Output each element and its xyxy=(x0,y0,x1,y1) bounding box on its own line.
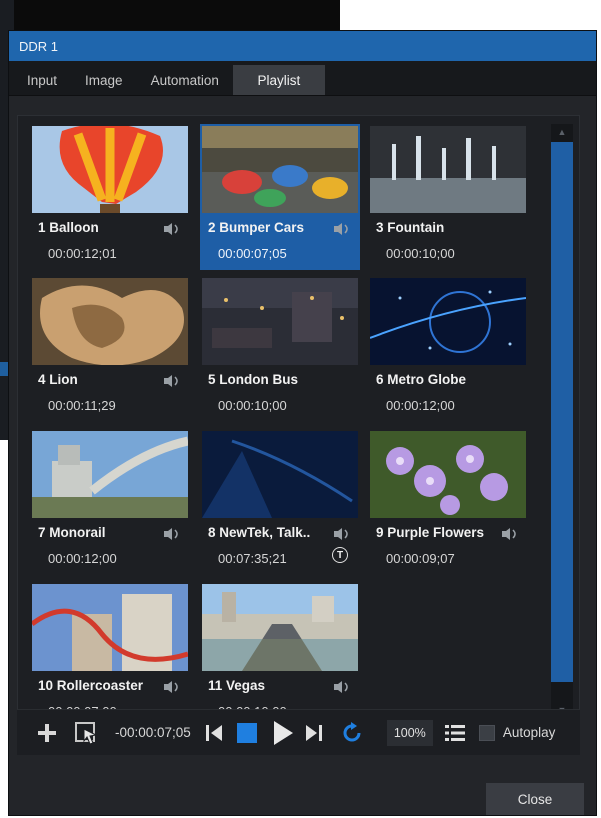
transport-bar: -00:00:07;05 100% Autoplay xyxy=(17,709,580,755)
tab-automation[interactable]: Automation xyxy=(137,65,233,95)
list-icon xyxy=(444,724,465,741)
clip-thumbnail[interactable] xyxy=(202,431,358,518)
clip-thumbnail[interactable] xyxy=(32,278,188,365)
ddr-window: DDR 1 Input Image Automation Playlist 1 … xyxy=(8,30,597,816)
stop-button[interactable] xyxy=(235,721,259,745)
clip-title: 10 Rollercoaster xyxy=(38,678,144,693)
clip-duration: 00:00:09;07 xyxy=(386,551,455,566)
tab-playlist[interactable]: Playlist xyxy=(232,65,325,95)
clip-thumbnail[interactable] xyxy=(370,278,526,365)
tab-image[interactable]: Image xyxy=(71,65,137,95)
clip-duration: 00:00:07;05 xyxy=(218,246,287,261)
close-button-label: Close xyxy=(517,791,553,807)
clip-thumbnail[interactable] xyxy=(370,431,526,518)
zoom-value: 100% xyxy=(393,725,426,740)
playlist-item[interactable]: 1 Balloon 00:00:12;01 xyxy=(30,124,190,270)
clip-thumbnail[interactable] xyxy=(32,431,188,518)
audio-icon xyxy=(162,222,182,236)
tab-image-label: Image xyxy=(85,72,123,88)
scroll-up-arrow-icon[interactable]: ▲ xyxy=(551,124,573,140)
zoom-selector[interactable]: 100% xyxy=(386,719,433,746)
playlist-panel: 1 Balloon 00:00:12;01 2 Bumper Cars 00:00:0… xyxy=(17,115,580,727)
stop-icon xyxy=(236,722,257,743)
audio-icon xyxy=(162,680,182,694)
autoplay-checkbox[interactable] xyxy=(478,724,495,741)
tab-bar: Input Image Automation Playlist xyxy=(9,61,596,96)
clip-thumbnail[interactable] xyxy=(202,278,358,365)
vertical-scrollbar[interactable]: ▲ ▼ xyxy=(551,124,573,718)
playlist-item[interactable]: 8 NewTek, Talk.. 00:07:35;21 T xyxy=(200,429,360,575)
clip-title: 4 Lion xyxy=(38,372,78,387)
playlist-item[interactable]: 11 Vegas00:00:10;00 xyxy=(200,582,360,726)
clip-duration: 00:07:35;21 xyxy=(218,551,287,566)
skip-back-icon xyxy=(205,724,222,741)
clip-duration: 00:00:11;29 xyxy=(48,398,116,413)
playlist-item[interactable]: 3 Fountain 00:00:10;00 xyxy=(368,124,528,270)
audio-icon xyxy=(500,527,520,541)
selection-cursor-icon xyxy=(75,721,98,745)
clip-duration: 00:00:10;00 xyxy=(386,246,455,261)
clip-thumbnail[interactable] xyxy=(32,126,188,213)
playlist-item[interactable]: 6 Metro Globe 00:00:12;00 xyxy=(368,276,528,422)
play-icon xyxy=(273,720,293,745)
window-title: DDR 1 xyxy=(19,38,59,54)
clip-title: 3 Fountain xyxy=(376,220,445,235)
clip-thumbnail[interactable] xyxy=(32,584,188,671)
clip-thumbnail[interactable] xyxy=(370,126,526,213)
title-bar[interactable]: DDR 1 xyxy=(9,31,596,61)
dialog-footer: Close xyxy=(9,769,596,815)
audio-icon xyxy=(332,222,352,236)
clip-thumbnail[interactable] xyxy=(202,126,358,213)
clip-title: 8 NewTek, Talk.. xyxy=(208,525,311,540)
playlist-item[interactable]: 5 London Bus 00:00:10;00 xyxy=(200,276,360,422)
title-badge-icon: T xyxy=(332,547,348,563)
clip-title: 6 Metro Globe xyxy=(376,372,467,387)
audio-icon xyxy=(162,527,182,541)
plus-icon xyxy=(38,723,56,742)
clip-duration: 00:00:12;00 xyxy=(386,398,455,413)
audio-icon xyxy=(332,680,352,694)
skip-forward-icon xyxy=(305,724,322,741)
playlist-item[interactable]: 7 Monorail 00:00:12;00 xyxy=(30,429,190,575)
loop-button[interactable] xyxy=(339,720,365,746)
clip-title: 7 Monorail xyxy=(38,525,106,540)
audio-icon xyxy=(162,374,182,388)
clip-title: 1 Balloon xyxy=(38,220,99,235)
background-window-edge xyxy=(0,0,340,34)
clip-duration: 00:00:10;00 xyxy=(218,398,287,413)
select-clip-button[interactable] xyxy=(73,720,101,746)
clip-title: 5 London Bus xyxy=(208,372,298,387)
playlist-item[interactable]: 4 Lion 00:00:11;29 xyxy=(30,276,190,422)
clip-title: 2 Bumper Cars xyxy=(208,220,305,235)
tab-input[interactable]: Input xyxy=(13,65,71,95)
clip-duration: 00:00:12;00 xyxy=(48,551,117,566)
list-view-button[interactable] xyxy=(443,721,467,745)
next-clip-button[interactable] xyxy=(303,721,325,745)
playlist-item[interactable]: 9 Purple Flowers 00:00:09;07 xyxy=(368,429,528,575)
play-button[interactable] xyxy=(271,719,295,747)
clip-title: 11 Vegas xyxy=(208,678,266,693)
loop-icon xyxy=(343,721,361,741)
audio-icon xyxy=(332,527,352,541)
playlist-item[interactable]: 2 Bumper Cars 00:00:07;05 xyxy=(200,124,360,270)
autoplay-label: Autoplay xyxy=(502,725,556,740)
scroll-thumb[interactable] xyxy=(551,142,573,682)
playlist-item[interactable]: 10 Rollercoaster00:00:07:00 xyxy=(30,582,190,726)
tab-automation-label: Automation xyxy=(150,72,219,88)
tab-input-label: Input xyxy=(27,72,58,88)
previous-clip-button[interactable] xyxy=(203,721,225,745)
close-button[interactable]: Close xyxy=(486,783,584,815)
clip-duration: 00:00:12;01 xyxy=(48,246,117,261)
add-clip-button[interactable] xyxy=(35,721,59,745)
timecode-display: -00:00:07;05 xyxy=(115,725,191,740)
clip-thumbnail[interactable] xyxy=(202,584,358,671)
tab-playlist-label: Playlist xyxy=(257,72,301,88)
clip-title: 9 Purple Flowers xyxy=(376,525,485,540)
